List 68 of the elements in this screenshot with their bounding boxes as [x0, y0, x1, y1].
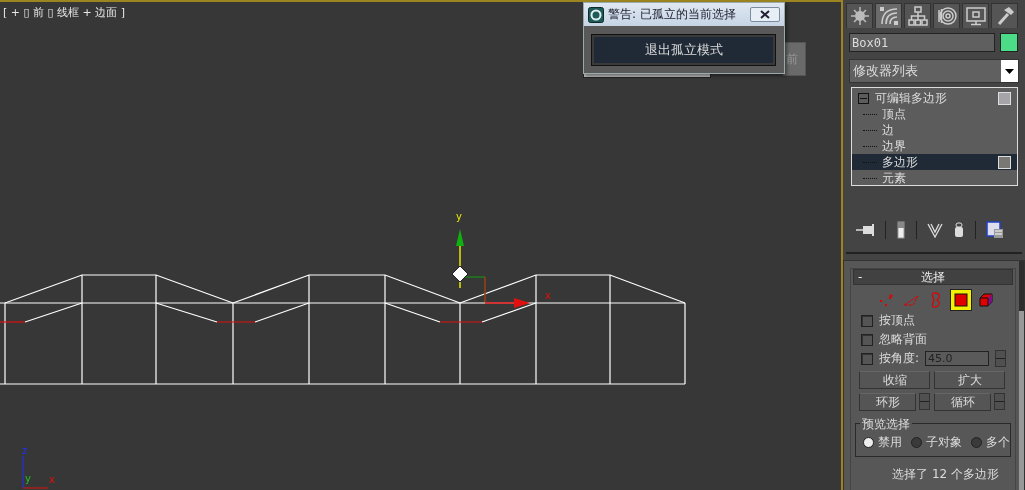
rollout-header[interactable]: - 选择	[853, 269, 1013, 285]
panel-tab[interactable]	[904, 3, 931, 28]
stack-sub-item[interactable]: 边界	[852, 138, 1017, 154]
rollout-button[interactable]: 扩大	[934, 371, 1005, 389]
axis-label: z	[22, 445, 28, 456]
object-color-swatch[interactable]	[1000, 33, 1018, 52]
panel-tab[interactable]	[991, 3, 1018, 28]
axis-label: y	[25, 473, 31, 484]
loop-outline-icon	[930, 292, 942, 308]
radio-button[interactable]	[971, 437, 982, 448]
checkbox[interactable]	[861, 352, 873, 365]
checkbox-label: 按顶点	[879, 312, 915, 329]
scrollbar[interactable]	[1019, 261, 1024, 490]
panel-tab[interactable]	[962, 3, 989, 28]
circles-icon	[936, 6, 957, 26]
rollout-button[interactable]: 循环	[934, 393, 991, 411]
modifier-list-dropdown[interactable]: 修改器列表	[849, 59, 1019, 83]
axis-tripod-drawing	[22, 455, 49, 489]
panel-tab[interactable]	[875, 3, 902, 28]
subobject-button[interactable]	[950, 289, 972, 311]
group-title: 预览选择	[860, 416, 912, 433]
axis-label: x	[49, 474, 55, 485]
viewport-label[interactable]: [ + ▯ 前 ▯ 线框 + 边面 ]	[3, 5, 126, 20]
dropdown-caret-icon	[1005, 68, 1014, 74]
radio-label: 多个	[986, 434, 1010, 451]
trash-icon[interactable]	[953, 222, 965, 238]
app-logo-icon	[588, 6, 604, 23]
pin-icon[interactable]	[855, 222, 875, 238]
rollout-button[interactable]: 环形	[859, 393, 916, 411]
axis-label: y	[456, 211, 462, 222]
triangle-icon	[903, 293, 919, 307]
panel-tab[interactable]	[933, 3, 960, 28]
dialog-title: 警告: 已孤立的当前选择	[608, 6, 737, 23]
curve-icon	[878, 6, 899, 26]
radio-button[interactable]	[911, 437, 922, 448]
object-name-field[interactable]: Box01	[849, 33, 995, 52]
sparkle-icon	[849, 6, 870, 26]
rollout-button[interactable]: 收缩	[859, 371, 930, 389]
cube-icon	[979, 293, 993, 307]
checkbox-label: 按角度:	[879, 350, 920, 367]
stack-sub-item[interactable]: 元素	[852, 170, 1017, 186]
stack-sub-item[interactable]: 边	[852, 122, 1017, 138]
monitor-icon	[965, 6, 986, 26]
stack-sub-item[interactable]: 顶点	[852, 106, 1017, 122]
radio-label: 子对象	[926, 434, 962, 451]
collapse-icon[interactable]	[858, 92, 869, 104]
selection-status: 选择了 12 个多边形	[891, 466, 1000, 483]
square-icon	[954, 293, 968, 307]
axis-label: x	[545, 290, 551, 301]
stack-bar-icon[interactable]	[896, 221, 906, 239]
checkbox-label: 忽略背面	[879, 331, 927, 348]
move-gizmo-drawing[interactable]	[451, 229, 530, 308]
light-bulb-toggle[interactable]	[998, 155, 1011, 169]
close-icon	[759, 10, 771, 19]
configure-icon[interactable]	[986, 221, 1004, 239]
radio-label: 禁用	[878, 434, 902, 451]
checkbox[interactable]	[861, 333, 873, 346]
checkbox[interactable]	[861, 314, 873, 327]
stack-sub-item[interactable]: 多边形	[852, 154, 1017, 170]
light-bulb-toggle[interactable]	[998, 91, 1011, 105]
funnel-icon[interactable]	[927, 222, 943, 238]
radio-button[interactable]	[863, 437, 874, 448]
stack-item[interactable]: 可编辑多边形	[852, 90, 1017, 106]
hierarchy-icon	[907, 6, 928, 26]
exit-isolation-button[interactable]: 退出孤立模式	[592, 35, 775, 65]
close-button[interactable]	[750, 7, 780, 22]
dots-icon	[878, 293, 894, 307]
panel-tab[interactable]	[846, 3, 873, 28]
